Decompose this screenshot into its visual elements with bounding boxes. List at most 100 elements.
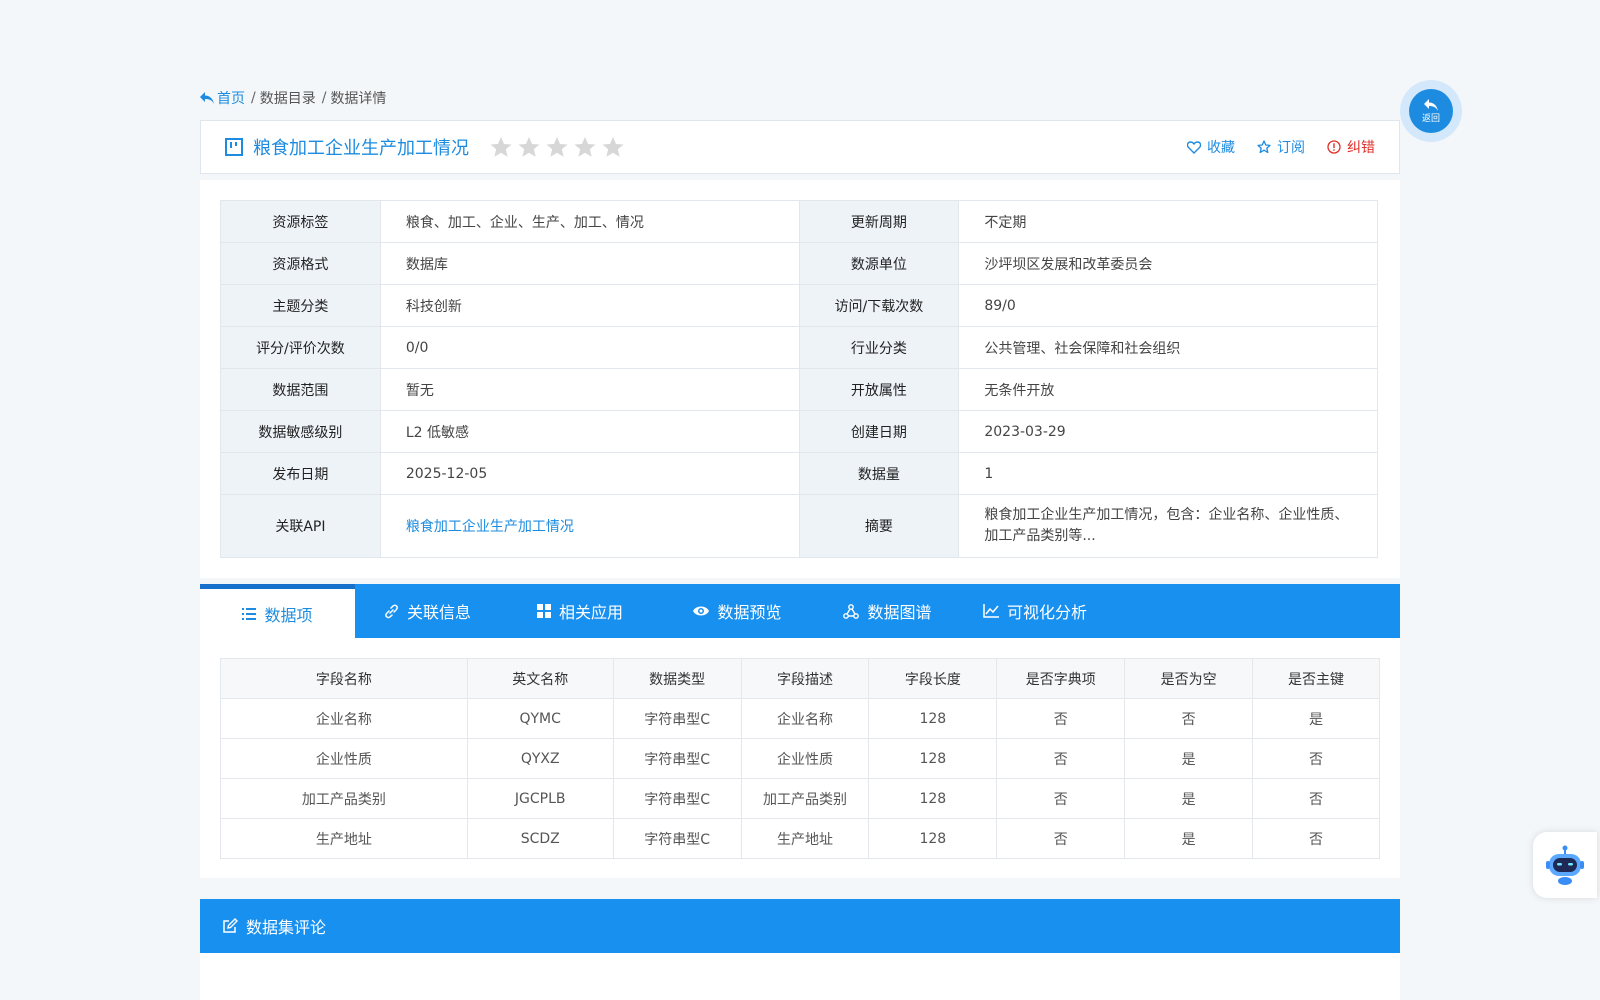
table-cell: 生产地址 bbox=[740, 818, 870, 859]
column-header: 是否为空 bbox=[1124, 658, 1254, 699]
breadcrumb-sep: / bbox=[321, 90, 327, 106]
info-key: 发布日期 bbox=[220, 452, 381, 495]
comment-body bbox=[200, 953, 1400, 1000]
table-cell: 是 bbox=[1252, 698, 1380, 739]
related-api-link[interactable]: 粮食加工企业生产加工情况 bbox=[406, 519, 574, 535]
alert-circle-icon bbox=[1327, 140, 1341, 154]
info-value: 89/0 bbox=[958, 284, 1378, 327]
tab-label: 可视化分析 bbox=[1006, 603, 1087, 622]
tab-graph[interactable]: 数据图谱 bbox=[815, 584, 960, 638]
breadcrumb-catalog[interactable]: 数据目录 bbox=[260, 88, 316, 108]
heart-icon bbox=[1187, 140, 1201, 154]
tab-label: 数据图谱 bbox=[867, 603, 932, 622]
info-value: 粮食加工企业生产加工情况 bbox=[379, 494, 800, 558]
info-key: 访问/下载次数 bbox=[798, 284, 960, 327]
table-cell: 否 bbox=[1252, 778, 1380, 819]
info-key: 数据范围 bbox=[220, 368, 381, 411]
rating-star-icon[interactable] bbox=[545, 135, 569, 159]
summary-line: 加工产品类别等... bbox=[984, 528, 1096, 544]
info-value: 暂无 bbox=[379, 368, 800, 411]
rating-stars[interactable] bbox=[489, 135, 625, 159]
breadcrumb-home-label: 首页 bbox=[217, 91, 245, 107]
table-row: 企业性质 QYXZ 字符串型C 企业性质 128 否是否 bbox=[220, 738, 1380, 779]
table-cell: 企业性质 bbox=[220, 738, 468, 779]
table-row: 加工产品类别 JGCPLB 字符串型C 加工产品类别 128 否是否 bbox=[220, 778, 1380, 819]
info-row-api: 关联API 粮食加工企业生产加工情况 摘要 粮食加工企业生产加工情况，包含：企业名称、… bbox=[220, 494, 1378, 558]
table-cell: 否 bbox=[996, 818, 1126, 859]
tab-chart[interactable]: 可视化分析 bbox=[960, 584, 1110, 638]
back-button[interactable]: 返回 bbox=[1400, 80, 1462, 142]
tab-bar: 数据项 关联信息 相关应用 数据预览 数据图谱 可视化分析 bbox=[200, 584, 1400, 638]
info-key: 主题分类 bbox=[220, 284, 381, 327]
graph-icon bbox=[843, 603, 867, 619]
info-table: 资源标签 粮食、加工、企业、生产、加工、情况 更新周期 不定期 资源格式 数据库 数源单位沙… bbox=[220, 200, 1378, 558]
breadcrumb-home[interactable]: 首页 bbox=[200, 88, 245, 108]
info-row: 数据范围 暂无 开放属性 无条件开放 bbox=[220, 368, 1378, 411]
dataset-icon bbox=[225, 138, 243, 156]
assistant-robot-button[interactable] bbox=[1533, 832, 1597, 898]
info-key: 行业分类 bbox=[798, 326, 960, 369]
table-cell: 字符串型C bbox=[612, 738, 742, 779]
eye-icon bbox=[693, 605, 717, 617]
info-value: 不定期 bbox=[958, 200, 1378, 243]
table-cell: 加工产品类别 bbox=[220, 778, 468, 819]
info-value: 公共管理、社会保障和社会组织 bbox=[958, 326, 1378, 369]
info-value: 沙坪坝区发展和改革委员会 bbox=[958, 242, 1378, 285]
rating-star-icon[interactable] bbox=[489, 135, 513, 159]
table-cell: 否 bbox=[996, 738, 1126, 779]
column-header: 是否主键 bbox=[1252, 658, 1380, 699]
collect-label: 收藏 bbox=[1207, 140, 1235, 156]
table-cell: 是 bbox=[1124, 818, 1254, 859]
fields-table: 字段名称 英文名称 数据类型 字段描述 字段长度 是否字典项 是否为空 是否主键 企业名称 QY… bbox=[220, 658, 1380, 859]
subscribe-label: 订阅 bbox=[1277, 140, 1305, 156]
table-cell: 企业名称 bbox=[220, 698, 468, 739]
info-row: 评分/评价次数 0/0 行业分类 公共管理、社会保障和社会组织 bbox=[220, 326, 1378, 369]
tab-link[interactable]: 关联信息 bbox=[355, 584, 500, 638]
summary-line: 粮食加工企业生产加工情况，包含：企业名称、企业性质、 bbox=[984, 507, 1349, 523]
info-value: L2 低敏感 bbox=[379, 410, 800, 453]
info-row: 资源标签 粮食、加工、企业、生产、加工、情况 更新周期 不定期 bbox=[220, 200, 1378, 243]
report-error-label: 纠错 bbox=[1347, 140, 1375, 156]
collect-button[interactable]: 收藏 bbox=[1187, 137, 1235, 157]
column-header: 英文名称 bbox=[466, 658, 614, 699]
table-row: 生产地址 SCDZ 字符串型C 生产地址 128 否是否 bbox=[220, 818, 1380, 859]
tab-grid[interactable]: 相关应用 bbox=[500, 584, 660, 638]
table-cell: 128 bbox=[868, 698, 998, 739]
table-cell: SCDZ bbox=[466, 818, 614, 859]
link-icon bbox=[384, 604, 407, 619]
table-cell: 字符串型C bbox=[612, 778, 742, 819]
rating-star-icon[interactable] bbox=[573, 135, 597, 159]
table-cell: QYXZ bbox=[466, 738, 614, 779]
subscribe-button[interactable]: 订阅 bbox=[1257, 137, 1305, 157]
tab-list[interactable]: 数据项 bbox=[200, 584, 355, 638]
table-cell: 是 bbox=[1124, 778, 1254, 819]
breadcrumb-detail: 数据详情 bbox=[330, 91, 387, 107]
info-key: 资源标签 bbox=[220, 200, 381, 243]
rating-star-icon[interactable] bbox=[517, 135, 541, 159]
tab-eye[interactable]: 数据预览 bbox=[660, 584, 815, 638]
info-key: 数据量 bbox=[798, 452, 960, 495]
tab-label: 数据项 bbox=[264, 605, 313, 625]
table-cell: 否 bbox=[996, 698, 1126, 739]
reply-icon bbox=[1424, 98, 1438, 111]
column-header: 字段描述 bbox=[740, 658, 870, 699]
column-header: 是否字典项 bbox=[996, 658, 1126, 699]
grid-icon bbox=[536, 604, 559, 618]
table-cell: 128 bbox=[868, 778, 998, 819]
info-value: 2023-03-29 bbox=[958, 410, 1378, 453]
table-cell: QYMC bbox=[466, 698, 614, 739]
table-cell: 加工产品类别 bbox=[740, 778, 870, 819]
info-row: 发布日期 2025-12-05 数据量 1 bbox=[220, 452, 1378, 495]
report-error-button[interactable]: 纠错 bbox=[1327, 137, 1375, 157]
column-header: 字段名称 bbox=[220, 658, 468, 699]
rating-star-icon[interactable] bbox=[601, 135, 625, 159]
table-cell: JGCPLB bbox=[466, 778, 614, 819]
info-row: 资源格式 数据库 数源单位 沙坪坝区发展和改革委员会 bbox=[220, 242, 1378, 285]
table-cell: 否 bbox=[1252, 818, 1380, 859]
summary-value: 粮食加工企业生产加工情况，包含：企业名称、企业性质、 加工产品类别等... bbox=[958, 494, 1378, 558]
chart-icon bbox=[983, 604, 1007, 618]
title-bar: 粮食加工企业生产加工情况 收藏 订阅 纠错 bbox=[200, 120, 1400, 174]
info-panel: 资源标签 粮食、加工、企业、生产、加工、情况 更新周期 不定期 资源格式 数据库 数源单位沙… bbox=[200, 180, 1400, 578]
info-key: 更新周期 bbox=[798, 200, 960, 243]
table-cell: 128 bbox=[868, 818, 998, 859]
